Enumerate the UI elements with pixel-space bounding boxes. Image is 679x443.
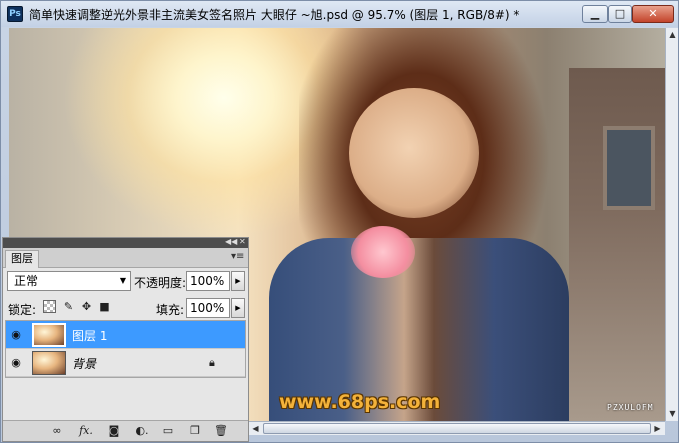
chevron-down-icon: ▼ — [119, 276, 126, 285]
chevron-right-icon: ▶ — [235, 304, 241, 312]
lock-all-icon[interactable]: ■ — [98, 300, 111, 313]
layer-thumbnail — [32, 351, 66, 375]
fill-field[interactable]: 100% — [186, 298, 230, 318]
blend-mode-select[interactable]: 正常 ▼ — [7, 271, 131, 291]
opacity-field[interactable]: 100% — [186, 271, 230, 291]
panel-tab-bar: 图层 ▾≡ — [3, 248, 248, 268]
layer-thumbnail — [32, 323, 66, 347]
document-title: 简单快速调整逆光外景非主流美女签名照片 大眼仔 ~旭.psd @ 95.7% (… — [29, 8, 520, 22]
tab-layers[interactable]: 图层 — [5, 250, 39, 268]
photoshop-window: Ps 简单快速调整逆光外景非主流美女签名照片 大眼仔 ~旭.psd @ 95.7… — [0, 0, 679, 443]
lock-label: 锁定: — [8, 303, 37, 317]
layers-panel: ◀◀ ✕ 图层 ▾≡ 正常 ▼ 不透明度: 100% ▶ 锁定: ✎ ✥ ■ 填… — [2, 237, 249, 442]
layer-row-layer-1[interactable]: ◉ 图层 1 — [6, 321, 245, 349]
lock-brush-icon[interactable]: ✎ — [62, 300, 75, 313]
chevron-right-icon: ▶ — [235, 277, 241, 285]
layer-row-background[interactable]: ◉ 背景 🔒︎ — [6, 349, 245, 377]
watermark-corner: PZXULOFM — [607, 403, 654, 412]
panel-footer: ∞ fx. ◙ ◐. ▭ ❐ 🗑︎ — [3, 420, 248, 441]
horizontal-scroll-thumb[interactable] — [263, 423, 651, 434]
photoshop-app-icon: Ps — [7, 6, 23, 22]
lock-icon: 🔒︎ — [209, 356, 215, 369]
eye-icon[interactable]: ◉ — [9, 328, 23, 342]
vertical-scrollbar[interactable]: ▲ ▼ — [665, 28, 678, 421]
horizontal-scrollbar[interactable]: ◀ ▶ — [249, 421, 665, 435]
scroll-left-icon[interactable]: ◀ — [249, 422, 262, 435]
minimize-button[interactable]: ▁ — [582, 5, 608, 23]
panel-close-icon[interactable]: ✕ — [239, 237, 246, 246]
maximize-button[interactable]: □ — [608, 5, 632, 23]
lock-transparency-icon[interactable] — [43, 300, 56, 313]
mask-icon[interactable]: ◙ — [106, 424, 122, 438]
scroll-down-icon[interactable]: ▼ — [666, 407, 679, 420]
group-icon[interactable]: ▭ — [160, 424, 176, 438]
new-layer-icon[interactable]: ❐ — [187, 424, 203, 438]
fill-label: 填充: — [156, 303, 185, 317]
opacity-slider-button[interactable]: ▶ — [231, 271, 245, 291]
photo-face — [349, 88, 479, 218]
photo-flower — [351, 226, 415, 278]
minimize-icon: ▁ — [590, 7, 600, 20]
fx-icon[interactable]: fx. — [78, 424, 94, 438]
watermark-site: www.68ps.com — [279, 391, 441, 413]
link-icon[interactable]: ∞ — [49, 424, 65, 438]
collapse-icon[interactable]: ◀◀ — [225, 237, 237, 246]
scroll-up-icon[interactable]: ▲ — [666, 28, 679, 41]
photo-wall — [569, 68, 665, 421]
close-button[interactable]: ✕ — [632, 5, 674, 23]
panel-top-bar[interactable]: ◀◀ ✕ — [3, 237, 248, 248]
layer-name: 图层 1 — [72, 329, 108, 343]
blend-mode-value: 正常 — [14, 274, 39, 288]
eye-icon[interactable]: ◉ — [9, 356, 23, 370]
fill-slider-button[interactable]: ▶ — [231, 298, 245, 318]
opacity-label: 不透明度: — [134, 276, 187, 290]
photo-window — [603, 126, 655, 210]
layers-list: ◉ 图层 1 ◉ 背景 🔒︎ — [5, 320, 246, 378]
maximize-icon: □ — [614, 7, 626, 20]
close-icon: ✕ — [648, 7, 658, 20]
title-bar[interactable]: Ps 简单快速调整逆光外景非主流美女签名照片 大眼仔 ~旭.psd @ 95.7… — [1, 1, 678, 27]
layer-name: 背景 — [72, 357, 97, 371]
adjustment-icon[interactable]: ◐. — [134, 424, 150, 438]
trash-icon[interactable]: 🗑︎ — [213, 424, 229, 438]
panel-menu-icon[interactable]: ▾≡ — [231, 251, 244, 262]
scroll-right-icon[interactable]: ▶ — [651, 422, 664, 435]
lock-move-icon[interactable]: ✥ — [80, 300, 93, 313]
